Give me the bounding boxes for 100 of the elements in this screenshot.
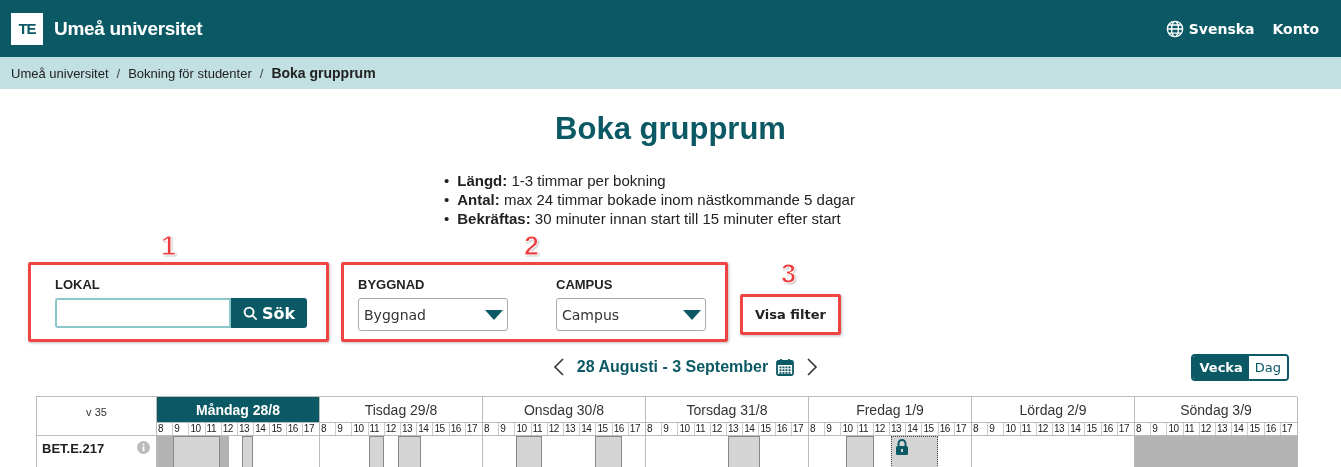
hour-label: 11 (1020, 423, 1037, 435)
hour-label: 14 (743, 423, 760, 435)
hour-label: 17 (791, 423, 804, 435)
booked-slot[interactable] (241, 436, 254, 467)
breadcrumb-link[interactable]: Bokning för studenter (128, 65, 252, 81)
hour-label: 8 (320, 423, 337, 435)
hour-label: 10 (1004, 423, 1021, 435)
hour-label: 11 (368, 423, 385, 435)
next-icon[interactable] (806, 358, 819, 376)
rule-item: Antal: max 24 timmar bokade inom nästkommande 5 dagar (457, 190, 855, 209)
hour-label: 10 (352, 423, 369, 435)
hour-label: 12 (1199, 423, 1216, 435)
page-title: Boka grupprum (554, 111, 787, 148)
calendar-icon[interactable] (776, 358, 795, 376)
language-button[interactable]: Svenska (1165, 19, 1255, 38)
hour-label: 11 (1183, 423, 1200, 435)
booked-slot[interactable] (173, 436, 220, 467)
hour-label: 17 (954, 423, 967, 435)
view-tab[interactable]: Vecka (1193, 356, 1249, 379)
dropdown[interactable]: Byggnad (358, 298, 508, 331)
hour-label: 13 (1053, 423, 1070, 435)
room-name[interactable]: BET.E.217 (42, 441, 105, 467)
hour-label: 17 (628, 423, 641, 435)
show-filter-button[interactable]: Visa filter (755, 307, 826, 322)
rule-item: Bekräftas: 30 minuter innan start till 15 minuter efter start (457, 209, 841, 228)
day-header[interactable]: Onsdag 30/8 (483, 397, 645, 423)
hour-label: 16 (1101, 423, 1118, 435)
lock-icon (894, 439, 909, 455)
hour-label: 16 (1264, 423, 1281, 435)
day-header[interactable]: Torsdag 31/8 (646, 397, 808, 423)
hour-label: 12 (547, 423, 564, 435)
booked-slot[interactable] (595, 436, 622, 467)
hour-label: 13 (564, 423, 581, 435)
hour-label: 10 (189, 423, 206, 435)
breadcrumb-link[interactable]: Umeå universitet (11, 65, 109, 81)
callout-number: 3 (781, 259, 797, 289)
booked-slot[interactable] (727, 436, 761, 467)
globe-icon (1165, 19, 1184, 38)
hour-label: 9 (988, 423, 1005, 435)
hour-label: 14 (906, 423, 923, 435)
week-range[interactable]: 28 Augusti - 3 September (576, 358, 769, 376)
day-header[interactable]: Tisdag 29/8 (320, 397, 482, 423)
hour-label: 9 (825, 423, 842, 435)
info-icon[interactable] (137, 441, 150, 454)
hour-label: 12 (221, 423, 238, 435)
hour-label: 16 (612, 423, 629, 435)
booked-slot[interactable] (398, 436, 422, 467)
hour-label: 13 (890, 423, 907, 435)
day-header[interactable]: Lördag 2/9 (972, 397, 1134, 423)
hour-label: 12 (710, 423, 727, 435)
hour-label: 8 (1135, 423, 1152, 435)
hour-label: 9 (336, 423, 353, 435)
account-button[interactable]: Konto (1272, 20, 1319, 37)
day-header[interactable]: Måndag 28/8 (157, 397, 319, 423)
hour-label: 11 (531, 423, 548, 435)
day-header[interactable]: Fredag 1/9 (809, 397, 971, 423)
booked-slot[interactable] (515, 436, 542, 467)
hour-label: 10 (515, 423, 532, 435)
field-label: LOKAL (55, 277, 101, 292)
hour-label: 15 (596, 423, 613, 435)
hour-label: 14 (1232, 423, 1249, 435)
hour-label: 14 (254, 423, 271, 435)
hour-label: 17 (465, 423, 478, 435)
caret-icon (485, 309, 503, 320)
hour-label: 14 (417, 423, 434, 435)
hour-label: 8 (483, 423, 500, 435)
hour-label: 13 (727, 423, 744, 435)
hour-label: 15 (1248, 423, 1265, 435)
hour-label: 15 (433, 423, 450, 435)
hour-label: 10 (841, 423, 858, 435)
logo[interactable]: TE (11, 12, 43, 45)
search-button[interactable]: Sök (231, 298, 307, 328)
locked-slot[interactable] (890, 436, 938, 467)
hour-label: 17 (1280, 423, 1293, 435)
hour-label: 15 (270, 423, 287, 435)
hour-label: 16 (449, 423, 466, 435)
day-header[interactable]: Söndag 3/9 (1135, 397, 1297, 423)
hour-label: 8 (972, 423, 989, 435)
hour-label: 10 (678, 423, 695, 435)
booked-slot[interactable] (368, 436, 384, 467)
hour-label: 17 (1117, 423, 1130, 435)
search-icon (242, 305, 258, 321)
hour-label: 16 (938, 423, 955, 435)
hour-label: 8 (646, 423, 663, 435)
hour-label: 15 (1085, 423, 1102, 435)
hour-label: 9 (173, 423, 190, 435)
hour-label: 11 (694, 423, 711, 435)
hour-label: 12 (873, 423, 890, 435)
breadcrumb-separator: / (259, 65, 264, 81)
previous-icon[interactable] (552, 358, 565, 376)
breadcrumb-separator: / (116, 65, 121, 81)
room-search-field[interactable] (55, 298, 231, 328)
hour-label: 12 (1036, 423, 1053, 435)
caret-icon (683, 309, 701, 320)
booked-slot[interactable] (846, 436, 875, 467)
hour-label: 16 (775, 423, 792, 435)
hour-label: 14 (580, 423, 597, 435)
site-title[interactable]: Umeå universitet (54, 17, 203, 40)
dropdown[interactable]: Campus (556, 298, 706, 331)
hour-label: 9 (1151, 423, 1168, 435)
